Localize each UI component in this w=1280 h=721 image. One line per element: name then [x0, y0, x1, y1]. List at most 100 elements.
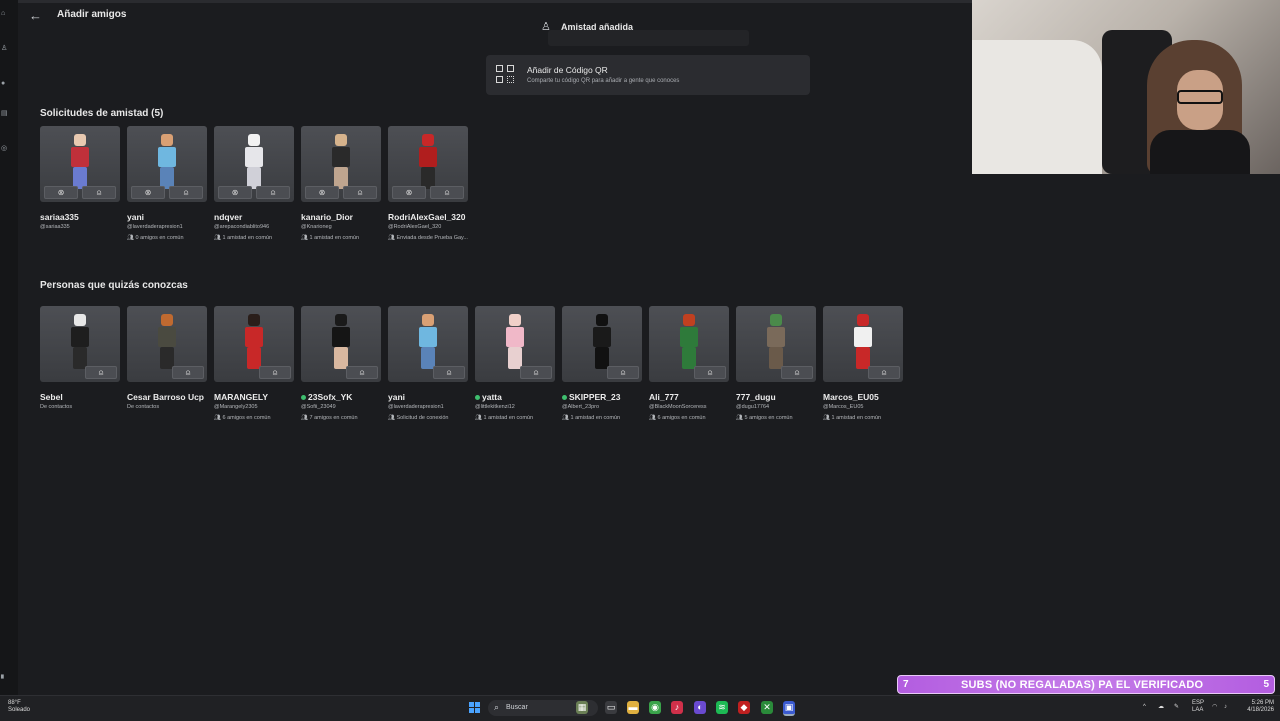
add-qr-code-card[interactable]: Añadir de Código QR Comparte tu código Q… — [486, 55, 810, 95]
add-friend-button[interactable]: ⍝ — [868, 366, 900, 379]
suggestion-card[interactable]: ⍝ Sebel De contactos — [40, 306, 120, 410]
add-friend-button[interactable]: ⍝ — [259, 366, 291, 379]
suggestion-card[interactable]: ⍝ yatta @littlekitkenzi12 👥︎ 1 amistad en c… — [475, 306, 555, 421]
glasses — [1177, 90, 1223, 104]
avatar-thumbnail[interactable]: ⍝ — [40, 306, 120, 382]
pen-icon[interactable]: ✎ — [1174, 704, 1179, 711]
username: @Marcos_EU05 — [823, 404, 864, 410]
mutual-friends-text: 1 amistad en común — [222, 235, 273, 241]
mutual-friends-icon: 👥︎ — [823, 415, 832, 421]
display-name[interactable]: RodriAlexGael_320 — [388, 212, 508, 222]
suggestion-card[interactable]: ⍝ 23Sofx_YK @Sofii_23049 👥︎ 7 amigos en com… — [301, 306, 381, 421]
accept-request-button[interactable]: ⍝ — [256, 186, 290, 199]
back-arrow-icon[interactable]: ← — [29, 8, 42, 23]
discord-icon[interactable]: ◐ — [694, 701, 706, 714]
profile-nav-icon[interactable]: ● — [1, 80, 9, 88]
avatar-thumbnail[interactable]: ⍝ — [388, 306, 468, 382]
avatar-body — [71, 327, 89, 347]
avatar-thumbnail[interactable]: ⍝ — [736, 306, 816, 382]
avatar-thumbnail[interactable]: ⊗ ⍝ — [214, 126, 294, 202]
add-friend-button[interactable]: ⍝ — [85, 366, 117, 379]
file-explorer-icon[interactable]: ▬ — [627, 701, 639, 714]
weather-desc: Soleado — [8, 707, 31, 713]
add-friend-button[interactable]: ⍝ — [520, 366, 552, 379]
avatar-thumbnail[interactable]: ⍝ — [214, 306, 294, 382]
volume-icon[interactable]: ♪ — [1224, 704, 1227, 711]
xbox-icon[interactable]: ✕ — [761, 701, 773, 714]
decline-request-button[interactable]: ⊗ — [392, 186, 426, 199]
avatar-thumbnail[interactable]: ⊗ ⍝ — [388, 126, 468, 202]
avatar-head — [74, 314, 86, 326]
tray-chevron-icon[interactable]: ^ — [1143, 704, 1146, 711]
mutual-friends-icon: 👥︎ — [301, 235, 310, 241]
avatar-head — [857, 314, 869, 326]
add-friend-button[interactable]: ⍝ — [172, 366, 204, 379]
avatar — [413, 312, 443, 372]
avatar-thumbnail[interactable]: ⍝ — [823, 306, 903, 382]
suggestion-card[interactable]: ⍝ MARANGELY @Marangely2305 👥︎ 6 amigos en c… — [214, 306, 294, 421]
avatar-thumbnail[interactable]: ⊗ ⍝ — [127, 126, 207, 202]
roblox-icon[interactable]: ◆ — [738, 701, 750, 714]
menu-nav-icon[interactable]: ▘ — [1, 676, 9, 684]
add-friend-button[interactable]: ⍝ — [346, 366, 378, 379]
home-icon[interactable]: ⌂ — [1, 10, 9, 18]
settings-nav-icon[interactable]: ◎ — [1, 145, 9, 153]
suggestion-card[interactable]: ⍝ yani @laverdaderapresion1 👥︎ Solicitud de… — [388, 306, 468, 421]
chrome-icon[interactable]: ◉ — [649, 701, 661, 714]
friend-request-card[interactable]: ⊗ ⍝ sariaa335 @sariaa335 — [40, 126, 120, 230]
avatar-nav-icon[interactable]: ♙ — [1, 45, 9, 53]
windows-start-icon[interactable] — [469, 702, 481, 714]
app-red-icon[interactable]: ♪ — [671, 701, 683, 714]
lang-secondary: LAA — [1192, 707, 1204, 713]
add-friend-button[interactable]: ⍝ — [433, 366, 465, 379]
suggestion-card[interactable]: ⍝ Marcos_EU05 @Marcos_EU05 👥︎ 1 amistad en … — [823, 306, 903, 421]
friend-request-card[interactable]: ⊗ ⍝ RodriAlexGael_320 @RodriAlexGael_320 👥︎ … — [388, 126, 468, 241]
task-view-icon[interactable]: ▭ — [605, 701, 617, 714]
display-name-text: Cesar Barroso Ucp — [127, 392, 205, 402]
mutual-friends-text: 5 amigos en común — [744, 415, 793, 421]
add-friend-button[interactable]: ⍝ — [781, 366, 813, 379]
avatar-body — [332, 327, 350, 347]
language-indicator[interactable]: ESP LAA — [1192, 700, 1204, 714]
add-friend-button[interactable]: ⍝ — [607, 366, 639, 379]
suggestion-card[interactable]: ⍝ Cesar Barroso Ucp De contactos — [127, 306, 207, 410]
accept-request-button[interactable]: ⍝ — [430, 186, 464, 199]
wifi-icon[interactable]: ◠ — [1212, 704, 1217, 711]
avatar-head — [248, 314, 260, 326]
add-friend-button[interactable]: ⍝ — [694, 366, 726, 379]
decline-request-button[interactable]: ⊗ — [131, 186, 165, 199]
avatar — [761, 312, 791, 372]
friend-request-card[interactable]: ⊗ ⍝ ndqver @arepacondiablito946 👥︎ 1 amistad… — [214, 126, 294, 241]
avatar-thumbnail[interactable]: ⍝ — [649, 306, 729, 382]
mutual-friends-icon: 👥︎ — [301, 415, 310, 421]
decline-request-button[interactable]: ⊗ — [305, 186, 339, 199]
avatar-thumbnail[interactable]: ⍝ — [127, 306, 207, 382]
spotify-icon[interactable]: ≋ — [716, 701, 728, 714]
friend-request-card[interactable]: ⊗ ⍝ kanario_Dior @Knarioneg 👥︎ 1 amistad en … — [301, 126, 381, 241]
suggestion-card[interactable]: ⍝ 777_dugu @dugu17764 👥︎ 5 amigos en común — [736, 306, 816, 421]
avatar-thumbnail[interactable]: ⍝ — [475, 306, 555, 382]
widgets-icon[interactable]: ▦ — [576, 701, 588, 714]
suggestion-card[interactable]: ⍝ Ali_777 @BlackMoonSorceress 👥︎ 6 amigos e… — [649, 306, 729, 421]
avatar-thumbnail[interactable]: ⍝ — [301, 306, 381, 382]
decline-request-button[interactable]: ⊗ — [218, 186, 252, 199]
friend-request-card[interactable]: ⊗ ⍝ yani @laverdaderapresion1 👥︎ 0 amigos en… — [127, 126, 207, 241]
suggestion-card[interactable]: ⍝ SKIPPER_23 @Albert_23pro 👥︎ 1 amistad en … — [562, 306, 642, 421]
display-name[interactable]: Marcos_EU05 — [823, 392, 943, 402]
avatar-body — [419, 327, 437, 347]
avatar-head — [422, 134, 434, 146]
active-app-icon[interactable]: ▣ — [783, 701, 795, 716]
onedrive-icon[interactable]: ☁ — [1158, 704, 1164, 711]
weather-widget[interactable]: 88°F Soleado — [8, 700, 30, 714]
avatar-thumbnail[interactable]: ⍝ — [562, 306, 642, 382]
avatar-thumbnail[interactable]: ⊗ ⍝ — [301, 126, 381, 202]
accept-request-button[interactable]: ⍝ — [343, 186, 377, 199]
avatar-head — [683, 314, 695, 326]
decline-request-button[interactable]: ⊗ — [44, 186, 78, 199]
avatar-thumbnail[interactable]: ⊗ ⍝ — [40, 126, 120, 202]
shop-nav-icon[interactable]: ▤ — [1, 110, 9, 118]
accept-request-button[interactable]: ⍝ — [169, 186, 203, 199]
qr-subtitle: Comparte tu código QR para añadir a gent… — [527, 78, 680, 84]
accept-request-button[interactable]: ⍝ — [82, 186, 116, 199]
clock[interactable]: 5:26 PM 4/18/2026 — [1244, 700, 1274, 714]
